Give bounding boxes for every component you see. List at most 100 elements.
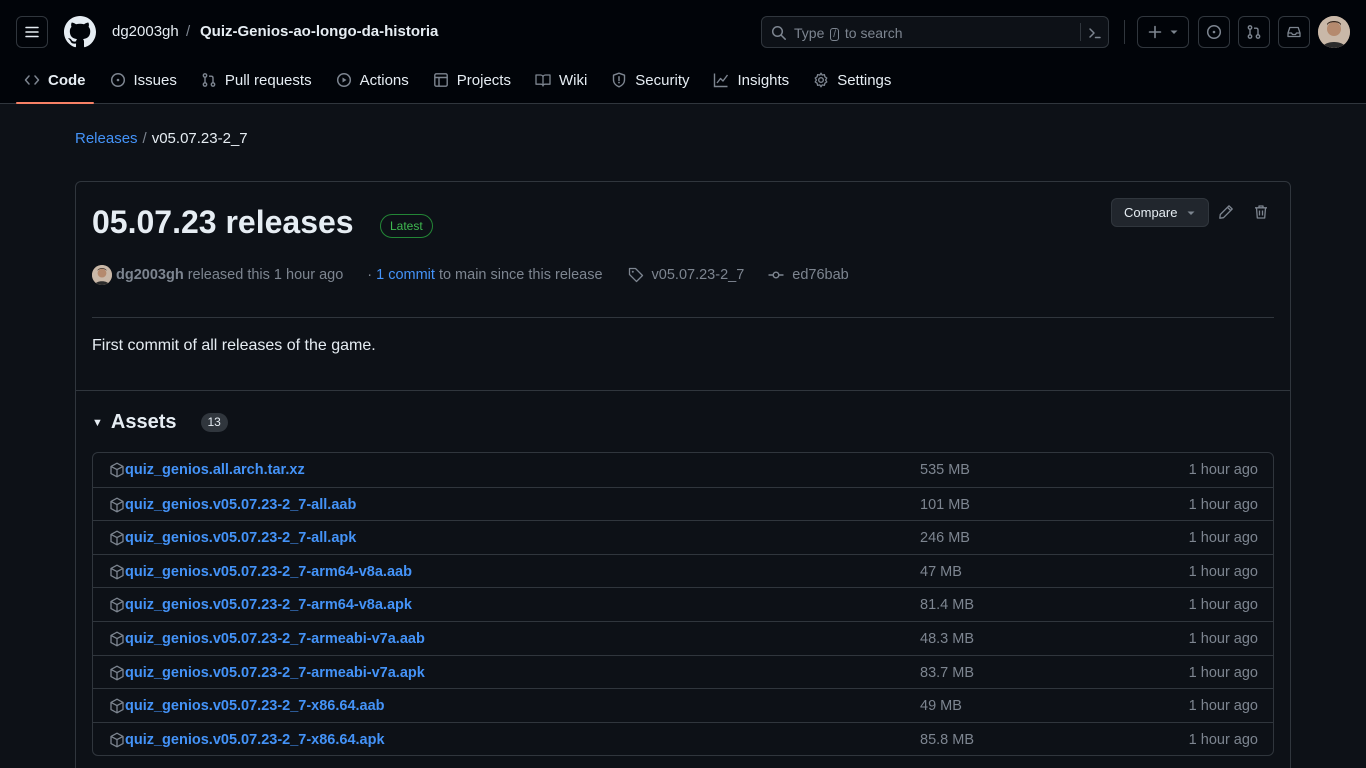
repo-owner-link[interactable]: dg2003gh bbox=[112, 23, 179, 40]
meta-dot: · bbox=[367, 267, 373, 283]
asset-size: 85.8 MB bbox=[920, 731, 974, 748]
release-card: 05.07.23 releases Latest Compare dg2003g… bbox=[75, 181, 1291, 768]
tab-label: Settings bbox=[837, 71, 892, 89]
asset-download-link[interactable]: quiz_genios.v05.07.23-2_7-x86.64.apk bbox=[125, 732, 385, 748]
asset-time: 1 hour ago bbox=[1188, 530, 1258, 547]
assets-title: Assets bbox=[110, 411, 177, 433]
search-shortcut-key: / bbox=[830, 28, 840, 41]
compare-button[interactable]: Compare bbox=[1111, 198, 1209, 227]
tag-icon bbox=[628, 267, 643, 283]
inbox-button[interactable] bbox=[1278, 16, 1310, 48]
asset-size: 81.4 MB bbox=[920, 597, 974, 614]
package-icon-wrap bbox=[109, 597, 125, 613]
user-avatar[interactable] bbox=[1318, 16, 1350, 48]
hamburger-icon bbox=[25, 26, 39, 38]
package-icon-wrap bbox=[109, 530, 125, 546]
tab-security[interactable]: Security bbox=[603, 64, 697, 96]
plus-icon bbox=[1148, 25, 1162, 39]
code-icon bbox=[24, 75, 40, 85]
tab-label: Security bbox=[635, 71, 690, 89]
tab-code[interactable]: Code bbox=[16, 64, 94, 104]
tab-label: Wiki bbox=[558, 71, 588, 89]
search-input[interactable]: Type / to search bbox=[761, 16, 1109, 48]
assets-toggle[interactable]: ▼ Assets 13 bbox=[92, 411, 228, 434]
package-icon bbox=[110, 530, 124, 546]
asset-download-link[interactable]: quiz_genios.v05.07.23-2_7-all.apk bbox=[125, 530, 356, 546]
package-icon bbox=[110, 564, 124, 580]
author-link[interactable]: dg2003gh bbox=[116, 267, 184, 283]
asset-time: 1 hour ago bbox=[1188, 731, 1258, 748]
asset-download-link[interactable]: quiz_genios.v05.07.23-2_7-all.aab bbox=[125, 497, 356, 513]
asset-row: quiz_genios.v05.07.23-2_7-arm64-v8a.apk 8… bbox=[93, 587, 1273, 621]
asset-download-link[interactable]: quiz_genios.v05.07.23-2_7-armeabi-v7a.aa… bbox=[125, 631, 425, 647]
tab-projects[interactable]: Projects bbox=[425, 64, 519, 96]
package-icon-wrap bbox=[109, 698, 125, 714]
divider bbox=[92, 317, 1274, 318]
issues-button[interactable] bbox=[1198, 16, 1230, 48]
releases-link[interactable]: Releases bbox=[75, 130, 138, 147]
tab-insights[interactable]: Insights bbox=[705, 64, 797, 96]
asset-row: quiz_genios.v05.07.23-2_7-armeabi-v7a.aa… bbox=[93, 620, 1273, 655]
tab-label: Actions bbox=[359, 71, 409, 89]
search-icon bbox=[771, 25, 786, 40]
asset-time: 1 hour ago bbox=[1188, 462, 1258, 478]
asset-time: 1 hour ago bbox=[1188, 630, 1258, 647]
asset-row: quiz_genios.v05.07.23-2_7-arm64-v8a.aab 4… bbox=[93, 553, 1273, 588]
commits-text: to main since this release bbox=[438, 267, 603, 283]
release-breadcrumb: Releases / v05.07.23-2_7 bbox=[75, 130, 248, 147]
asset-download-link[interactable]: quiz_genios.all.arch.tar.xz bbox=[125, 462, 305, 478]
assets-count: 13 bbox=[200, 413, 228, 432]
github-logo-icon[interactable] bbox=[64, 16, 96, 48]
triangle-down-icon bbox=[1170, 30, 1178, 34]
tab-label: Insights bbox=[737, 71, 790, 89]
asset-size: 246 MB bbox=[920, 530, 970, 547]
breadcrumb-current: v05.07.23-2_7 bbox=[151, 130, 248, 147]
search-placeholder: Type / to search bbox=[794, 25, 903, 41]
tab-issues[interactable]: Issues bbox=[102, 64, 185, 96]
issue-icon bbox=[110, 72, 125, 88]
asset-time: 1 hour ago bbox=[1188, 597, 1258, 614]
tab-pull-requests[interactable]: Pull requests bbox=[193, 64, 320, 96]
top-header: dg2003gh / Quiz-Genios-ao-longo-da-histo… bbox=[0, 0, 1366, 104]
asset-download-link[interactable]: quiz_genios.v05.07.23-2_7-x86.64.aab bbox=[125, 698, 385, 714]
trash-icon[interactable] bbox=[1253, 204, 1269, 220]
author-avatar[interactable] bbox=[92, 265, 112, 285]
tab-label: Code bbox=[48, 71, 86, 89]
package-icon-wrap bbox=[109, 462, 125, 478]
asset-download-link[interactable]: quiz_genios.v05.07.23-2_7-armeabi-v7a.ap… bbox=[125, 665, 425, 681]
play-icon bbox=[336, 72, 351, 88]
repo-name-link[interactable]: Quiz-Genios-ao-longo-da-historia bbox=[200, 23, 438, 40]
asset-row: quiz_genios.v05.07.23-2_7-x86.64.apk 85.8… bbox=[93, 721, 1273, 756]
command-palette-icon[interactable] bbox=[1087, 25, 1103, 41]
divider bbox=[76, 390, 1290, 391]
graph-icon bbox=[714, 73, 729, 88]
asset-size: 101 MB bbox=[920, 496, 970, 513]
tab-label: Pull requests bbox=[224, 71, 312, 89]
asset-download-link[interactable]: quiz_genios.v05.07.23-2_7-arm64-v8a.apk bbox=[125, 597, 412, 613]
package-icon bbox=[110, 497, 124, 513]
create-new-button[interactable] bbox=[1137, 16, 1189, 48]
package-icon bbox=[110, 732, 124, 748]
tab-wiki[interactable]: Wiki bbox=[527, 64, 595, 96]
commits-link[interactable]: 1 commit bbox=[376, 267, 435, 283]
pull-request-icon bbox=[202, 73, 216, 87]
pencil-icon[interactable] bbox=[1218, 204, 1234, 220]
tag-link[interactable]: v05.07.23-2_7 bbox=[628, 267, 745, 283]
package-icon-wrap bbox=[109, 564, 125, 580]
pull-requests-button[interactable] bbox=[1238, 16, 1270, 48]
breadcrumb-separator: / bbox=[142, 130, 147, 147]
tab-settings[interactable]: Settings bbox=[805, 64, 899, 96]
package-icon bbox=[110, 698, 124, 714]
tag-label: v05.07.23-2_7 bbox=[651, 267, 745, 283]
release-description: First commit of all releases of the game… bbox=[92, 337, 376, 354]
asset-size: 48.3 MB bbox=[920, 630, 974, 647]
commit-link[interactable]: ed76bab bbox=[768, 267, 849, 283]
tab-actions[interactable]: Actions bbox=[328, 64, 417, 96]
menu-button[interactable] bbox=[16, 16, 48, 48]
header-divider bbox=[1124, 20, 1125, 44]
asset-download-link[interactable]: quiz_genios.v05.07.23-2_7-arm64-v8a.aab bbox=[125, 564, 412, 580]
shield-icon bbox=[613, 72, 626, 88]
git-pull-request-icon bbox=[1247, 25, 1261, 39]
asset-row: quiz_genios.v05.07.23-2_7-x86.64.aab 49 M… bbox=[93, 688, 1273, 722]
asset-row: quiz_genios.v05.07.23-2_7-all.aab 101 MB 1… bbox=[93, 486, 1273, 521]
